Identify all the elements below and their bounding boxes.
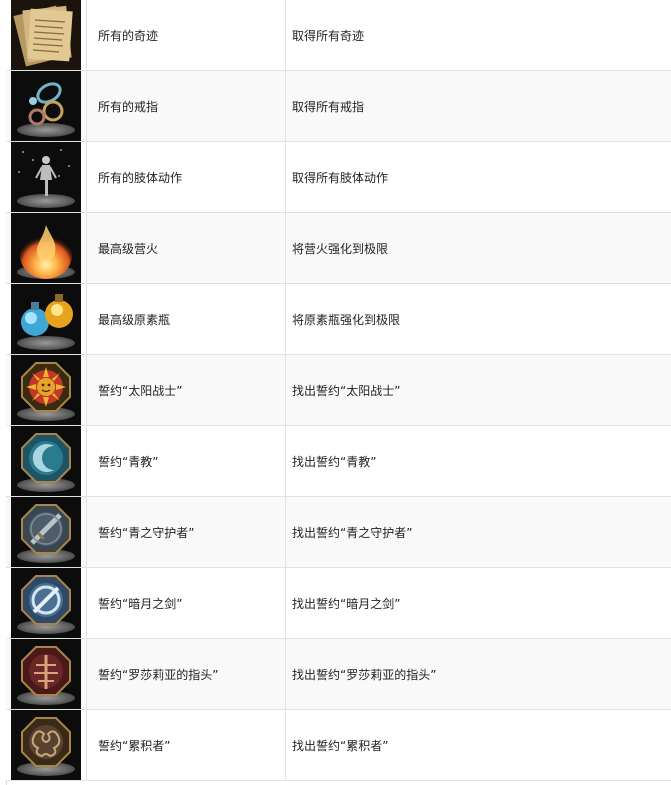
way-of-blue-icon [11, 426, 81, 496]
achievement-table: 所有的奇迹 取得所有奇迹 所有的戒指 取得所有戒指 所有的肢体动作 取得所有肢体… [6, 0, 671, 781]
estus-flasks-icon [11, 284, 81, 354]
achievement-name: 誓约“青教” [87, 426, 286, 496]
icon-cell [6, 639, 87, 709]
table-row: 最高级营火 将营火强化到极限 [6, 213, 671, 284]
achievement-description: 取得所有奇迹 [292, 28, 365, 43]
mound-makers-icon [11, 710, 81, 780]
achievement-description: 找出誓约“青之守护者” [292, 525, 413, 540]
table-row: 誓约“累积者” 找出誓约“累积者” [6, 710, 671, 781]
table-row: 所有的奇迹 取得所有奇迹 [6, 0, 671, 71]
icon-cell [6, 284, 87, 354]
achievement-name: 所有的奇迹 [87, 0, 286, 70]
blade-of-darkmoon-icon [11, 568, 81, 638]
icon-cell [6, 213, 87, 283]
blue-sentinels-icon [11, 497, 81, 567]
achievement-description: 将原素瓶强化到极限 [292, 312, 401, 327]
achievement-name: 誓约“太阳战士” [87, 355, 286, 425]
icon-cell [6, 0, 87, 70]
icon-cell [6, 71, 87, 141]
achievement-name: 誓约“累积者” [87, 710, 286, 780]
table-row: 誓约“罗莎莉亚的指头” 找出誓约“罗莎莉亚的指头” [6, 639, 671, 710]
achievement-name: 最高级营火 [87, 213, 286, 283]
table-row: 所有的肢体动作 取得所有肢体动作 [6, 142, 671, 213]
table-row: 誓约“青教” 找出誓约“青教” [6, 426, 671, 497]
achievement-description: 将营火强化到极限 [292, 241, 389, 256]
sun-covenant-icon [11, 355, 81, 425]
achievement-description: 取得所有戒指 [292, 99, 365, 114]
achievement-description: 找出誓约“青教” [292, 454, 377, 469]
miracle-scrolls-icon [11, 0, 81, 70]
rings-icon [11, 71, 81, 141]
table-row: 誓约“太阳战士” 找出誓约“太阳战士” [6, 355, 671, 426]
achievement-name: 誓约“暗月之剑” [87, 568, 286, 638]
achievement-description: 取得所有肢体动作 [292, 170, 389, 185]
icon-cell [6, 710, 87, 780]
icon-cell [6, 355, 87, 425]
icon-cell [6, 426, 87, 496]
achievement-name: 所有的戒指 [87, 71, 286, 141]
achievement-description: 找出誓约“累积者” [292, 738, 389, 753]
achievement-name: 所有的肢体动作 [87, 142, 286, 212]
table-row: 誓约“青之守护者” 找出誓约“青之守护者” [6, 497, 671, 568]
rosarias-fingers-icon [11, 639, 81, 709]
achievement-description: 找出誓约“罗莎莉亚的指头” [292, 667, 437, 682]
achievement-name: 誓约“罗莎莉亚的指头” [87, 639, 286, 709]
bonfire-icon [11, 213, 81, 283]
table-row: 最高级原素瓶 将原素瓶强化到极限 [6, 284, 671, 355]
gesture-figure-icon [11, 142, 81, 212]
achievement-name: 最高级原素瓶 [87, 284, 286, 354]
achievement-description: 找出誓约“暗月之剑” [292, 596, 401, 611]
icon-cell [6, 497, 87, 567]
achievement-description: 找出誓约“太阳战士” [292, 383, 401, 398]
icon-cell [6, 568, 87, 638]
achievement-name: 誓约“青之守护者” [87, 497, 286, 567]
table-row: 誓约“暗月之剑” 找出誓约“暗月之剑” [6, 568, 671, 639]
icon-cell [6, 142, 87, 212]
table-row: 所有的戒指 取得所有戒指 [6, 71, 671, 142]
